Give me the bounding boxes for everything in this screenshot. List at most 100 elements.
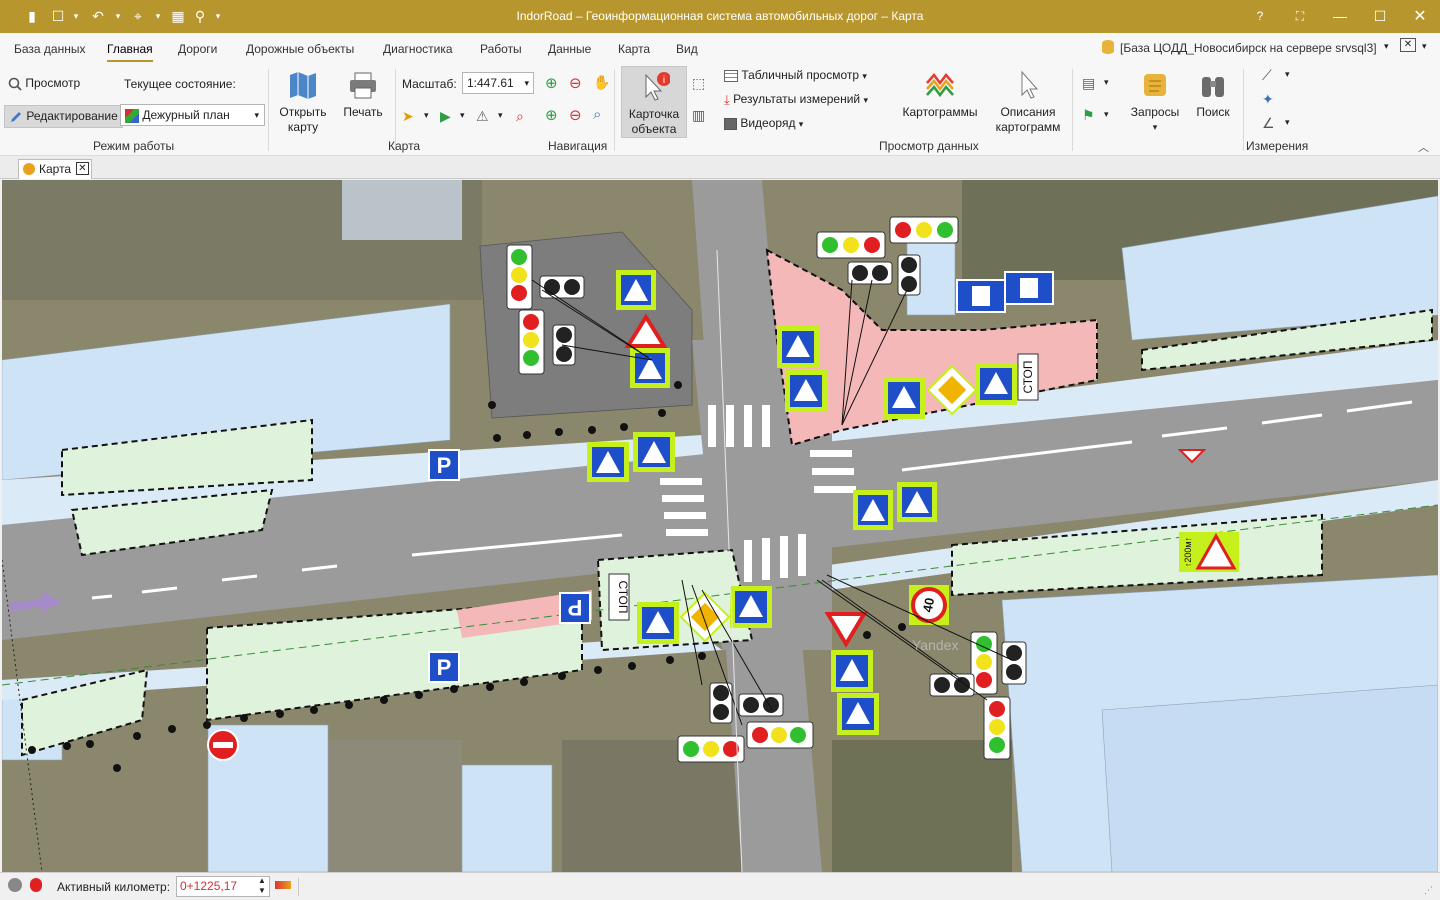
minimize-button[interactable]: — — [1320, 0, 1360, 33]
pedestrian-crossing-sign[interactable] — [630, 348, 670, 388]
spin-buttons-icon[interactable]: ▲ ▼ — [258, 876, 266, 896]
database-dropdown-icon[interactable]: ▾ — [1384, 41, 1389, 52]
help-icon[interactable]: ? — [1240, 0, 1280, 33]
tab-map[interactable]: Карта ✕ — [18, 159, 92, 179]
stop-label[interactable]: СТОП — [1017, 353, 1039, 401]
measure-dropdown-icon[interactable]: ▾ — [498, 110, 503, 121]
maximize-button[interactable]: ☐ — [1360, 0, 1400, 33]
menu-database[interactable]: База данных — [14, 42, 85, 56]
menu-view[interactable]: Вид — [676, 42, 698, 56]
polyline-measure-icon[interactable]: ⟋ — [1262, 67, 1272, 84]
zoom-extent-icon[interactable]: ⌕ — [593, 106, 601, 123]
resize-grip-icon[interactable]: ⋰ — [1424, 885, 1433, 896]
menu-diagnostics[interactable]: Диагностика — [383, 42, 453, 56]
edit-mode-button[interactable]: Редактирование — [4, 105, 123, 128]
traffic-light[interactable] — [970, 631, 998, 695]
calendar-dropdown-icon[interactable]: ▾ — [1104, 77, 1109, 88]
pedestrian-crossing-sign[interactable] — [853, 490, 893, 530]
fullscreen-icon[interactable]: ⛶ — [1280, 0, 1320, 33]
pointer-dropdown-icon[interactable]: ▾ — [424, 110, 429, 121]
zoom-prev-icon[interactable]: ⊕ — [545, 106, 558, 124]
menu-road-objects[interactable]: Дорожные объекты — [246, 42, 354, 56]
flag-icon[interactable]: ⚑ — [1082, 107, 1095, 124]
search-button[interactable]: Поиск — [1190, 69, 1236, 120]
angle-measure-icon[interactable]: ∠ — [1262, 115, 1275, 132]
open-map-button[interactable]: Открыть карту — [276, 69, 330, 135]
flag-dropdown-icon[interactable]: ▾ — [1104, 109, 1109, 120]
video-button[interactable]: Видеоряд ▾ — [724, 116, 803, 130]
map-svg[interactable]: P P P СТОП СТОП 40 ↑200м↑ Yandex — [2, 180, 1438, 872]
no-entry-sign[interactable] — [207, 729, 239, 761]
menu-works[interactable]: Работы — [480, 42, 522, 56]
locate-icon[interactable]: ⌕ — [516, 108, 524, 125]
cartograms-button[interactable]: Картограммы — [900, 69, 980, 120]
zoom-out-icon[interactable]: ⊖ — [569, 74, 582, 92]
close-tab-icon[interactable]: ✕ — [76, 162, 89, 175]
pedestrian-crossing-sign[interactable] — [897, 482, 937, 522]
map-canvas[interactable]: P P P СТОП СТОП 40 ↑200м↑ Yandex — [2, 180, 1438, 872]
calendar-icon[interactable]: ▤ — [1082, 75, 1095, 92]
cartogram-descriptions-button[interactable]: Описания картограмм — [992, 69, 1064, 135]
pedestrian-crossing-sign[interactable] — [633, 432, 675, 472]
measure-tool-icon[interactable]: ⚠ — [476, 108, 489, 125]
pedestrian-light[interactable] — [539, 275, 585, 299]
play-tool-icon[interactable]: ▶ — [440, 108, 451, 125]
pedestrian-crossing-sign[interactable] — [587, 442, 629, 482]
state-select[interactable]: Дежурный план ▾ — [120, 104, 265, 126]
parking-sign[interactable]: P — [428, 651, 460, 683]
zoom-next-icon[interactable]: ⊖ — [569, 106, 582, 124]
pedestrian-crossing-sign[interactable] — [975, 363, 1017, 405]
measure-results-button[interactable]: ⤓ Результаты измерений ▾ — [724, 92, 868, 108]
menu-roads[interactable]: Дороги — [178, 42, 217, 56]
pedestrian-light[interactable] — [929, 673, 975, 697]
road-km-icon[interactable] — [275, 881, 291, 889]
building[interactable] — [461, 764, 553, 872]
polyline-dropdown-icon[interactable]: ▾ — [1285, 69, 1290, 80]
pedestrian-crossing-sign[interactable] — [616, 270, 656, 310]
print-button[interactable]: Печать — [338, 69, 388, 120]
stop-label[interactable]: СТОП — [608, 573, 630, 621]
play-dropdown-icon[interactable]: ▾ — [460, 110, 465, 121]
location-icon[interactable] — [8, 878, 22, 892]
menu-home[interactable]: Главная — [107, 42, 153, 62]
object-card-button[interactable]: i Карточка объекта — [621, 66, 687, 138]
pedestrian-light[interactable] — [897, 254, 921, 296]
pedestrian-crossing-sign[interactable] — [777, 326, 819, 368]
building[interactable] — [1101, 684, 1438, 872]
traffic-light[interactable] — [518, 309, 545, 375]
pedestrian-crossing-sign[interactable] — [831, 650, 873, 692]
pedestrian-light[interactable] — [847, 261, 893, 285]
traffic-light[interactable] — [506, 244, 533, 310]
traffic-light[interactable] — [677, 735, 745, 763]
zoom-in-icon[interactable]: ⊕ — [545, 74, 558, 92]
pedestrian-crossing-sign[interactable] — [637, 602, 679, 644]
pedestrian-crossing-sign[interactable] — [883, 377, 925, 419]
pointer-tool-icon[interactable]: ➤ — [402, 108, 414, 125]
traffic-light[interactable] — [889, 216, 959, 244]
area-measure-icon[interactable]: ✦ — [1262, 91, 1274, 108]
close-button[interactable]: ✕ — [1400, 0, 1440, 33]
view-mode-button[interactable]: Просмотр — [8, 76, 80, 91]
active-km-input[interactable]: 0+1225,17 — [176, 876, 270, 897]
marker-icon[interactable] — [30, 878, 42, 892]
pedestrian-crossing-sign[interactable] — [785, 370, 827, 412]
disconnect-icon[interactable]: ✕ — [1400, 38, 1416, 52]
queries-button[interactable]: Запросы ▾ — [1128, 69, 1182, 135]
database-connection-label[interactable]: [База ЦОДД_Новосибирск на сервере srvsql… — [1120, 41, 1377, 55]
select-area-icon[interactable]: ⬚ — [692, 75, 705, 92]
options-dropdown-icon[interactable]: ▾ — [1422, 41, 1427, 52]
menu-map[interactable]: Карта — [618, 42, 650, 56]
parking-sign[interactable]: P — [559, 592, 591, 624]
pedestrian-light[interactable] — [738, 693, 784, 717]
pedestrian-crossing-sign[interactable] — [837, 693, 879, 735]
pan-hand-icon[interactable]: ✋ — [593, 74, 610, 91]
traffic-light[interactable] — [746, 721, 814, 749]
traffic-light[interactable] — [816, 231, 886, 259]
scale-select[interactable]: 1:447.61 ▾ — [462, 72, 534, 94]
traffic-light[interactable] — [983, 696, 1011, 760]
table-view-button[interactable]: Табличный просмотр ▾ — [724, 68, 867, 82]
parking-sign[interactable]: P — [428, 449, 460, 481]
collapse-ribbon-icon[interactable]: ︿ — [1418, 139, 1429, 155]
film-strip-icon[interactable]: ▥ — [692, 107, 705, 124]
angle-dropdown-icon[interactable]: ▾ — [1285, 117, 1290, 128]
